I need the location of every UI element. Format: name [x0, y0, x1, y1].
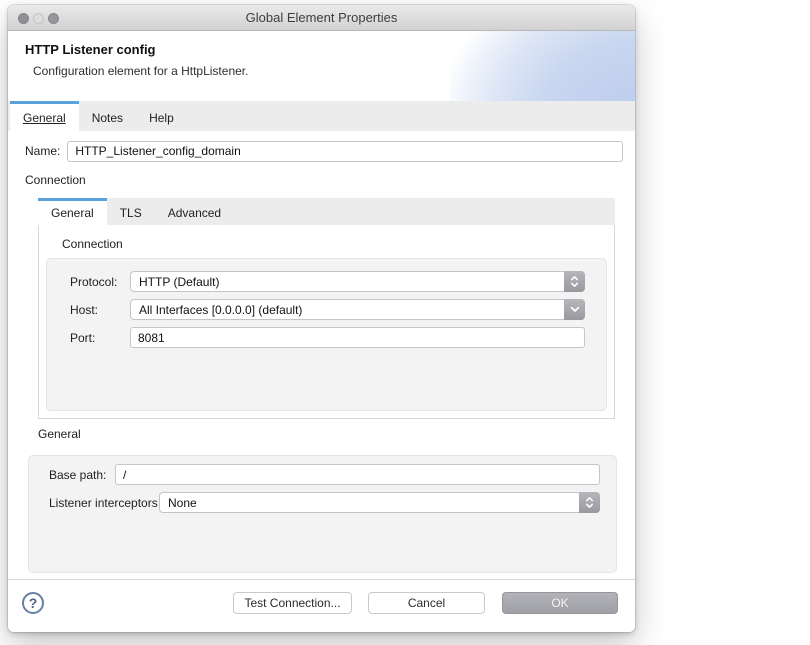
tab-help[interactable]: Help — [136, 101, 187, 131]
base-path-label: Base path: — [49, 468, 115, 482]
close-button[interactable] — [18, 13, 29, 24]
traffic-lights — [18, 13, 59, 24]
host-combobox[interactable]: All Interfaces [0.0.0.0] (default) — [130, 299, 585, 320]
connection-group-label: Connection — [62, 237, 607, 251]
tab-connection-general[interactable]: General — [38, 198, 107, 225]
header-swoosh-decoration — [450, 31, 635, 101]
general-tab-content: Name: Connection General TLS Advanced Co… — [8, 131, 635, 579]
connection-general-panel: Connection Protocol: HTTP (Default) — [39, 225, 614, 418]
zoom-button[interactable] — [48, 13, 59, 24]
test-connection-button[interactable]: Test Connection... — [233, 592, 352, 614]
outer-tab-strip: General Notes Help — [8, 101, 635, 131]
connection-tab-folder: General TLS Advanced Connection Protocol… — [38, 198, 615, 419]
base-path-row: Base path: — [49, 464, 600, 485]
tab-connection-tls[interactable]: TLS — [107, 198, 155, 225]
tab-connection-advanced-label: Advanced — [168, 206, 221, 220]
page-title: HTTP Listener config — [25, 42, 156, 57]
port-input[interactable] — [130, 327, 585, 348]
listener-interceptors-value: None — [168, 496, 197, 510]
tab-connection-advanced[interactable]: Advanced — [155, 198, 234, 225]
general-group-box: Base path: Listener interceptors None — [28, 455, 617, 573]
tab-general-label: General — [23, 111, 66, 125]
tab-connection-general-label: General — [51, 206, 94, 220]
port-label: Port: — [70, 331, 130, 345]
global-element-properties-dialog: Global Element Properties HTTP Listener … — [8, 5, 635, 632]
ok-button[interactable]: OK — [502, 592, 618, 614]
help-button[interactable]: ? — [22, 592, 44, 614]
name-input[interactable] — [67, 141, 623, 162]
tab-notes-label: Notes — [92, 111, 123, 125]
host-label: Host: — [70, 303, 130, 317]
host-row: Host: All Interfaces [0.0.0.0] (default) — [70, 299, 585, 320]
protocol-row: Protocol: HTTP (Default) — [70, 271, 585, 292]
name-label: Name: — [25, 144, 60, 158]
name-row: Name: — [25, 140, 623, 162]
connection-section-label: Connection — [25, 173, 623, 187]
protocol-label: Protocol: — [70, 275, 130, 289]
port-row: Port: — [70, 327, 585, 348]
connection-tab-strip: General TLS Advanced — [38, 198, 615, 225]
button-bar: ? Test Connection... Cancel OK — [8, 579, 635, 632]
tab-help-label: Help — [149, 111, 174, 125]
dialog-header: HTTP Listener config Configuration eleme… — [8, 31, 635, 101]
up-down-stepper-icon — [564, 271, 585, 292]
connection-group-box: Protocol: HTTP (Default) — [46, 258, 607, 411]
tab-notes[interactable]: Notes — [79, 101, 136, 131]
minimize-button[interactable] — [33, 13, 44, 24]
title-bar: Global Element Properties — [8, 5, 635, 31]
general-section-label: General — [38, 427, 623, 441]
listener-interceptors-dropdown[interactable]: None — [159, 492, 600, 513]
cancel-button[interactable]: Cancel — [368, 592, 485, 614]
protocol-dropdown[interactable]: HTTP (Default) — [130, 271, 585, 292]
page-subtitle: Configuration element for a HttpListener… — [33, 64, 248, 78]
protocol-value: HTTP (Default) — [139, 275, 219, 289]
base-path-input[interactable] — [115, 464, 600, 485]
listener-interceptors-row: Listener interceptors None — [49, 492, 600, 513]
question-mark-icon: ? — [29, 595, 38, 611]
tab-connection-tls-label: TLS — [120, 206, 142, 220]
window-title: Global Element Properties — [8, 5, 635, 30]
down-chevron-icon — [564, 299, 585, 320]
tab-general[interactable]: General — [10, 101, 79, 131]
host-value: All Interfaces [0.0.0.0] (default) — [139, 303, 302, 317]
listener-interceptors-label: Listener interceptors — [49, 496, 159, 510]
up-down-stepper-icon — [579, 492, 600, 513]
